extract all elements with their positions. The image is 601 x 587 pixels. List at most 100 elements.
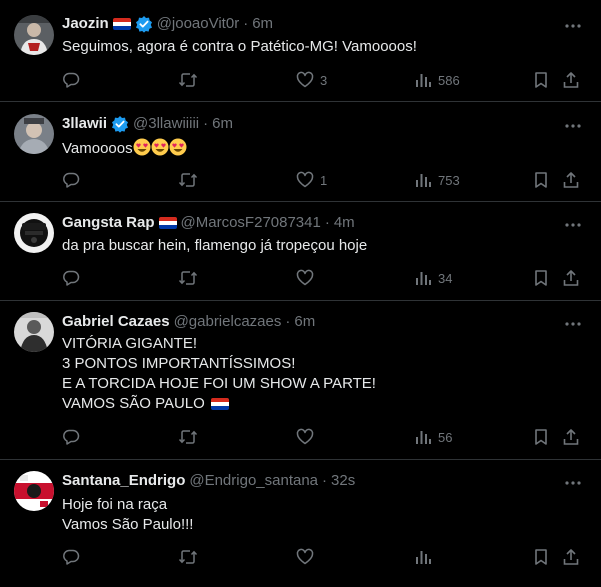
retweet-icon — [178, 271, 198, 285]
share-button[interactable] — [562, 70, 580, 90]
reply-button[interactable] — [62, 70, 80, 90]
paraguay-flag-icon — [158, 217, 177, 229]
reply-icon — [63, 549, 80, 565]
avatar[interactable] — [14, 471, 54, 511]
tweet-text-line: da pra buscar hein, flamengo já tropeçou… — [62, 237, 368, 254]
more-options-icon[interactable] — [563, 473, 583, 493]
analytics-icon — [416, 551, 431, 564]
display-name[interactable]: 3llawii — [62, 114, 107, 134]
retweet-button[interactable] — [178, 170, 198, 190]
retweet-button[interactable] — [178, 268, 198, 288]
views-button[interactable] — [414, 547, 432, 567]
retweet-button[interactable] — [178, 427, 198, 447]
share-icon — [563, 172, 579, 188]
view-count: 586 — [438, 72, 460, 88]
analytics-icon — [416, 431, 431, 444]
more-options-icon[interactable] — [563, 314, 583, 334]
share-icon — [563, 72, 579, 88]
bookmark-icon — [535, 549, 547, 565]
share-icon — [563, 429, 579, 445]
action-bar: 56 — [62, 427, 592, 447]
avatar[interactable] — [14, 15, 54, 55]
bookmark-button[interactable] — [532, 268, 550, 288]
reply-button[interactable] — [62, 427, 80, 447]
retweet-button[interactable] — [178, 70, 198, 90]
timestamp[interactable]: 6m — [252, 14, 273, 34]
action-bar: 34 — [62, 268, 592, 288]
retweet-icon — [178, 173, 198, 187]
verified-badge-icon[interactable] — [111, 115, 129, 133]
tweet-text-line: Hoje foi na raça — [62, 496, 168, 513]
display-name[interactable]: Gabriel Cazaes — [62, 312, 170, 332]
more-options-icon[interactable] — [563, 116, 583, 136]
bookmark-button[interactable] — [532, 547, 550, 567]
like-button[interactable]: 1 — [296, 170, 327, 190]
timestamp[interactable]: 32s — [331, 471, 355, 491]
more-options-icon[interactable] — [563, 215, 583, 235]
bookmark-icon — [535, 429, 547, 445]
reply-button[interactable] — [62, 547, 80, 567]
display-name[interactable]: Gangsta Rap — [62, 213, 155, 233]
reply-button[interactable] — [62, 170, 80, 190]
analytics-icon — [416, 174, 431, 187]
separator-dot: · — [324, 214, 330, 231]
analytics-icon — [416, 272, 431, 285]
tweet-card[interactable]: 3llawii @3llawiiiii · 6m Vamoooos 1 753 — [0, 102, 601, 202]
tweet-header: Gabriel Cazaes @gabrielcazaes · 6m — [62, 312, 315, 332]
tweet-card[interactable]: Gangsta Rap @MarcosF27087341 · 4m da pra… — [0, 202, 601, 301]
like-button[interactable] — [296, 547, 314, 567]
retweet-button[interactable] — [178, 547, 198, 567]
verified-badge-icon[interactable] — [135, 15, 153, 33]
tweet-card[interactable]: Santana_Endrigo @Endrigo_santana · 32s H… — [0, 460, 601, 587]
timestamp[interactable]: 4m — [334, 213, 355, 233]
like-button[interactable] — [296, 268, 314, 288]
avatar[interactable] — [14, 213, 54, 253]
share-button[interactable] — [562, 268, 580, 288]
avatar[interactable] — [14, 312, 54, 352]
retweet-icon — [178, 73, 198, 87]
tweet-text-line: VITÓRIA GIGANTE! — [62, 335, 198, 352]
separator-dot: · — [243, 15, 249, 32]
reply-icon — [63, 72, 80, 88]
user-handle[interactable]: @3llawiiiii — [133, 114, 199, 134]
tweet-text: da pra buscar hein, flamengo já tropeçou… — [62, 236, 571, 256]
user-handle[interactable]: @jooaoVit0r — [157, 14, 240, 34]
user-handle[interactable]: @Endrigo_santana — [189, 471, 318, 491]
tweet-feed: Jaozin @jooaoVit0r · 6m Seguimos, agora … — [0, 0, 601, 587]
like-button[interactable] — [296, 427, 314, 447]
bookmark-button[interactable] — [532, 427, 550, 447]
share-button[interactable] — [562, 547, 580, 567]
views-button[interactable]: 586 — [414, 70, 460, 90]
heart-eyes-emoji-icon — [151, 138, 169, 156]
bookmark-button[interactable] — [532, 70, 550, 90]
heart-eyes-emoji-icon — [133, 138, 151, 156]
tweet-text-line: E A TORCIDA HOJE FOI UM SHOW A PARTE! — [62, 375, 376, 392]
view-count: 753 — [438, 172, 460, 188]
display-name[interactable]: Jaozin — [62, 14, 109, 34]
user-handle[interactable]: @MarcosF27087341 — [181, 213, 321, 233]
display-name[interactable]: Santana_Endrigo — [62, 471, 185, 491]
tweet-text: VITÓRIA GIGANTE! 3 PONTOS IMPORTANTÍSSIM… — [62, 334, 571, 414]
bookmark-icon — [535, 172, 547, 188]
share-button[interactable] — [562, 427, 580, 447]
views-button[interactable]: 56 — [414, 427, 452, 447]
reply-button[interactable] — [62, 268, 80, 288]
share-button[interactable] — [562, 170, 580, 190]
user-handle[interactable]: @gabrielcazaes — [174, 312, 282, 332]
avatar[interactable] — [14, 114, 54, 154]
separator-dot: · — [322, 472, 328, 489]
tweet-card[interactable]: Gabriel Cazaes @gabrielcazaes · 6m VITÓR… — [0, 301, 601, 460]
reply-icon — [63, 172, 80, 188]
heart-icon — [296, 548, 314, 565]
views-button[interactable]: 34 — [414, 268, 452, 288]
heart-icon — [296, 71, 314, 88]
timestamp[interactable]: 6m — [294, 312, 315, 332]
more-options-icon[interactable] — [563, 16, 583, 36]
paraguay-flag-icon — [211, 398, 229, 411]
views-button[interactable]: 753 — [414, 170, 460, 190]
tweet-text-line: 3 PONTOS IMPORTANTÍSSIMOS! — [62, 355, 296, 372]
timestamp[interactable]: 6m — [212, 114, 233, 134]
bookmark-button[interactable] — [532, 170, 550, 190]
tweet-card[interactable]: Jaozin @jooaoVit0r · 6m Seguimos, agora … — [0, 0, 601, 102]
like-button[interactable]: 3 — [296, 70, 327, 90]
